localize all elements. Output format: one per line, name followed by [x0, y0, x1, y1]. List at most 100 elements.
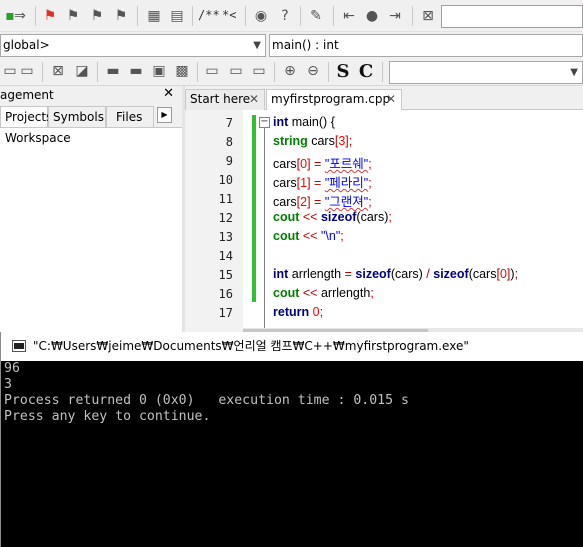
- code-line[interactable]: cout << "\n";: [273, 229, 344, 243]
- toolbar-separator: [42, 62, 43, 82]
- search-input[interactable]: [441, 5, 583, 28]
- inline-comment-icon[interactable]: ▣: [149, 61, 169, 81]
- close-icon[interactable]: ✕: [163, 86, 174, 101]
- tab-scroll-right-icon[interactable]: ▶: [157, 107, 172, 123]
- toolbar-separator: [274, 62, 275, 82]
- line-number: 9: [225, 154, 233, 168]
- toolbar-separator: [197, 62, 198, 82]
- wrench-icon[interactable]: ✎: [306, 6, 326, 26]
- function-combo-value: main() : int: [272, 38, 339, 52]
- style-combo[interactable]: ▼: [389, 61, 583, 84]
- management-title: agement: [0, 88, 54, 102]
- function-combo[interactable]: main() : int: [269, 34, 583, 57]
- next-bookmark-icon[interactable]: ⚑: [63, 6, 83, 26]
- code-line[interactable]: return 0;: [273, 305, 323, 319]
- code-line[interactable]: cout << arrlength;: [273, 286, 374, 300]
- line-number: 15: [218, 268, 233, 282]
- editor-tab-bar: Start here ✕ myfirstprogram.cpp ✕: [185, 86, 583, 110]
- doxygen-toolbar: ▭ ▭ ⊠ ◪ ▬ ▬ ▣ ▩ ▭ ▭ ▭ ⊕ ⊖ S C ▼: [0, 58, 583, 86]
- tab-myfirstprogram[interactable]: myfirstprogram.cpp ✕: [266, 89, 402, 110]
- help-icon[interactable]: ?: [275, 6, 295, 26]
- main-toolbar: ▪ ⇒ ⚑ ⚑ ⚑ ⚑ ▦ ▤ /** *< ◉ ? ✎ ⇤ ● ⇥ ⊠: [0, 0, 583, 32]
- close-icon[interactable]: ✕: [386, 90, 396, 109]
- code-line[interactable]: string cars[3];: [273, 134, 352, 148]
- tree-item-workspace[interactable]: Workspace: [5, 131, 71, 145]
- block-icon[interactable]: ▦: [144, 6, 164, 26]
- toolbar-separator: [137, 6, 138, 26]
- code-line[interactable]: cout << sizeof(cars);: [273, 210, 392, 224]
- line-number: 13: [218, 230, 233, 244]
- toolbar-separator: [300, 6, 301, 26]
- console-app-icon: [12, 340, 26, 352]
- grid-icon[interactable]: ⊠: [48, 61, 68, 81]
- console-window: "C:₩Users₩jeime₩Documents₩언리얼 캠프₩C++₩myf…: [0, 332, 583, 547]
- code-line[interactable]: cars[0] = "포르쉐";: [273, 153, 372, 172]
- comment-line-button[interactable]: *<: [222, 8, 236, 22]
- project-tree: Workspace: [0, 127, 182, 336]
- tab-files[interactable]: Files: [106, 106, 154, 128]
- code-editor[interactable]: 7 8 9 10 11 12 13 14 15 16 17 − int main…: [185, 110, 583, 336]
- console-line: 3: [4, 377, 12, 392]
- toolbar-separator: [35, 6, 36, 26]
- frame-right-icon[interactable]: ▭: [249, 61, 269, 81]
- tab-projects[interactable]: Projects: [0, 106, 52, 128]
- toolbar-separator: [333, 6, 334, 26]
- toolbar-separator: [192, 6, 193, 26]
- line-number: 10: [218, 173, 233, 187]
- fold-toggle-icon[interactable]: −: [259, 117, 270, 128]
- line-number: 8: [225, 135, 233, 149]
- toolbar-separator: [328, 62, 329, 82]
- debug-window-icon[interactable]: ◉: [251, 6, 271, 26]
- frame-mid-icon[interactable]: ▭: [226, 61, 246, 81]
- code-line[interactable]: cars[1] = "페라리";: [273, 172, 372, 191]
- chevron-down-icon[interactable]: ▼: [253, 35, 261, 56]
- config-icon[interactable]: ▩: [172, 61, 192, 81]
- zoom-out-icon[interactable]: ⊖: [303, 61, 323, 81]
- close-icon[interactable]: ✕: [249, 90, 259, 109]
- line-number: 17: [218, 306, 233, 320]
- comment-stream-button[interactable]: /**: [198, 8, 220, 22]
- fold-guide: [264, 128, 265, 336]
- clear-search-icon[interactable]: ⊠: [418, 6, 438, 26]
- zoom-in-icon[interactable]: ⊕: [280, 61, 300, 81]
- scope-combo[interactable]: global> ▼: [0, 34, 266, 57]
- clear-bookmarks-icon[interactable]: ⚑: [111, 6, 131, 26]
- line-number: 14: [218, 249, 233, 263]
- code-line[interactable]: int arrlength = sizeof(cars) / sizeof(ca…: [273, 267, 518, 281]
- jump-back-icon[interactable]: ⇤: [339, 6, 359, 26]
- block-comment-icon[interactable]: ▬: [103, 61, 123, 81]
- line-number-gutter: 7 8 9 10 11 12 13 14 15 16 17: [185, 110, 243, 336]
- scope-combo-value: global>: [3, 38, 50, 52]
- tab-label: Start here: [190, 92, 251, 106]
- line-number: 12: [218, 211, 233, 225]
- tab-label: myfirstprogram.cpp: [271, 92, 391, 106]
- code-completion-toolbar: global> ▼ main() : int: [0, 32, 583, 58]
- console-title-bar[interactable]: "C:₩Users₩jeime₩Documents₩언리얼 캠프₩C++₩myf…: [1, 332, 583, 361]
- console-title: "C:₩Users₩jeime₩Documents₩언리얼 캠프₩C++₩myf…: [33, 339, 469, 353]
- console-line: Process returned 0 (0x0) execution time …: [4, 393, 409, 408]
- style-s-button[interactable]: S: [333, 61, 353, 82]
- code-line[interactable]: int main() {: [273, 115, 335, 129]
- bookmark-flag-icon[interactable]: ⚑: [40, 6, 60, 26]
- style-c-button[interactable]: C: [356, 61, 376, 82]
- toolbar-separator: [97, 62, 98, 82]
- line-number: 7: [225, 116, 233, 130]
- chevron-down-icon[interactable]: ▼: [570, 62, 578, 83]
- management-panel: agement ✕ Projects Symbols Files ▶ Works…: [0, 86, 182, 336]
- line-comment-icon[interactable]: ▬: [126, 61, 146, 81]
- jump-home-icon[interactable]: ●: [362, 6, 382, 26]
- edit-frame-icon[interactable]: ◪: [72, 61, 92, 81]
- code-line[interactable]: cars[2] = "그랜져";: [273, 191, 372, 210]
- toolbar-separator: [382, 62, 383, 82]
- tab-symbols[interactable]: Symbols: [48, 106, 106, 128]
- prev-bookmark-icon[interactable]: ⚑: [87, 6, 107, 26]
- rectangle-icon[interactable]: ▭: [17, 61, 37, 81]
- tab-start-here[interactable]: Start here ✕: [185, 89, 265, 110]
- next-line-icon[interactable]: ⇒: [10, 6, 30, 26]
- frame-left-icon[interactable]: ▭: [202, 61, 222, 81]
- toolbar-separator: [412, 6, 413, 26]
- jump-forward-icon[interactable]: ⇥: [385, 6, 405, 26]
- line-number: 16: [218, 287, 233, 301]
- line-number: 11: [218, 192, 233, 206]
- unblock-icon[interactable]: ▤: [167, 6, 187, 26]
